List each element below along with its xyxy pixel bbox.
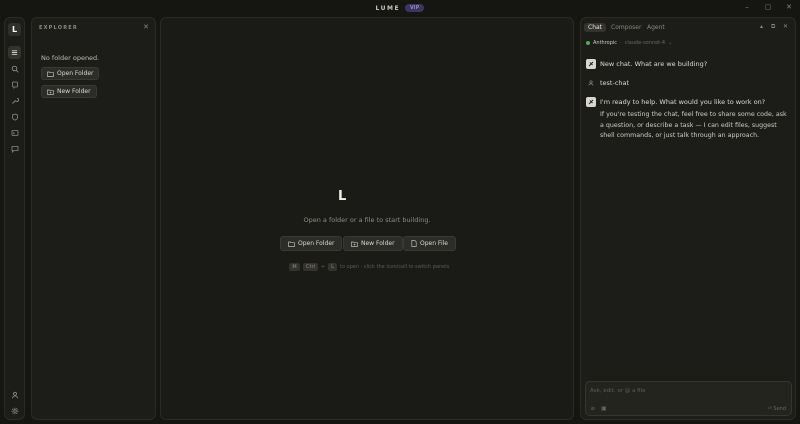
open-file-button[interactable]: Open File <box>403 236 456 251</box>
close-window-icon[interactable]: ✕ <box>784 3 794 11</box>
source-control-icon[interactable] <box>8 78 21 91</box>
tab-agent[interactable]: Agent <box>643 23 669 32</box>
wrench-icon[interactable] <box>8 94 21 107</box>
shortcut-key: Ctrl <box>303 263 318 271</box>
editor-hint: Open a folder or a file to start buildin… <box>303 216 431 224</box>
user-message: test-chat <box>600 79 630 87</box>
plan-badge: VIP <box>405 4 425 12</box>
open-folder-label: Open Folder <box>298 240 335 247</box>
new-window-icon[interactable]: ⧉ <box>771 23 775 31</box>
new-folder-label: New Folder <box>361 240 395 247</box>
model-name: claude-sonnet-4 <box>624 40 666 46</box>
maximize-icon[interactable]: ▢ <box>763 3 773 11</box>
file-icon <box>411 240 417 247</box>
user-icon <box>588 80 594 86</box>
shortcut-text: to open · click the icon/cell to switch … <box>339 264 450 270</box>
image-icon[interactable]: ▣ <box>601 405 607 412</box>
folder-icon <box>47 71 54 77</box>
no-folder-message: No folder opened. <box>41 54 100 62</box>
folder-icon <box>288 241 295 247</box>
editor-logo: L <box>338 189 347 204</box>
account-icon[interactable] <box>8 388 21 401</box>
new-folder-icon <box>351 241 358 247</box>
open-file-label: Open File <box>420 240 448 247</box>
explorer-open-folder-button[interactable]: Open Folder <box>41 67 100 80</box>
user-avatar <box>586 78 596 88</box>
explorer-new-folder-label: New Folder <box>57 88 91 95</box>
app-logo: L <box>8 23 21 36</box>
explorer-icon[interactable] <box>8 46 21 59</box>
new-folder-button[interactable]: New Folder <box>343 236 403 251</box>
explorer-header: EXPLORER <box>39 25 78 31</box>
chat-input-box[interactable]: ⌀ ▣ ⏎ Send <box>585 381 792 416</box>
editor-area: L Open a folder or a file to start build… <box>160 17 574 420</box>
assistant-avatar <box>586 59 596 69</box>
collapse-icon[interactable]: ▴ <box>760 23 763 30</box>
shield-icon[interactable] <box>8 110 21 123</box>
assistant-avatar <box>586 97 596 107</box>
settings-gear-icon[interactable] <box>8 404 21 417</box>
close-explorer-icon[interactable]: ✕ <box>143 23 149 31</box>
shortcut-key: L <box>328 263 337 271</box>
search-icon[interactable] <box>8 62 21 75</box>
assistant-icon <box>588 61 594 67</box>
shortcut-key: ⌘ <box>289 263 300 271</box>
open-folder-button[interactable]: Open Folder <box>280 236 343 251</box>
chat-input[interactable] <box>590 386 780 396</box>
send-button[interactable]: ⏎ Send <box>768 406 786 412</box>
attach-icon[interactable]: ⌀ <box>591 405 595 412</box>
assistant-message-body: If you're testing the chat, feel free to… <box>600 111 787 139</box>
tab-chat[interactable]: Chat <box>584 23 607 32</box>
assistant-message: I'm ready to help. What would you like t… <box>600 98 766 106</box>
explorer-new-folder-button[interactable]: New Folder <box>41 85 97 98</box>
title-bar: LUME VIP <box>0 0 800 16</box>
provider-name: Anthropic <box>593 40 618 46</box>
assistant-icon <box>588 99 594 105</box>
explorer-open-folder-label: Open Folder <box>57 70 94 77</box>
explorer-panel: EXPLORER ✕ No folder opened. Open Folder… <box>31 17 156 420</box>
tab-composer[interactable]: Composer <box>607 23 645 32</box>
chevron-down-icon: ⌄ <box>668 40 673 46</box>
terminal-icon[interactable] <box>8 126 21 139</box>
shortcut-hint: ⌘ Ctrl + L to open · click the icon/cell… <box>289 263 449 271</box>
new-folder-icon <box>47 89 54 95</box>
chat-bubble-icon[interactable] <box>8 142 21 155</box>
app-title: LUME <box>375 4 401 12</box>
minimize-icon[interactable]: – <box>742 3 752 11</box>
assistant-message: New chat. What are we building? <box>600 60 708 68</box>
close-chat-icon[interactable]: ✕ <box>783 23 788 30</box>
chat-panel: Chat Composer Agent ▴ ⧉ ✕ Anthropic · cl… <box>580 17 796 420</box>
activity-bar: L <box>4 17 25 420</box>
status-dot <box>586 41 590 45</box>
model-selector[interactable]: Anthropic · claude-sonnet-4 ⌄ <box>586 40 672 46</box>
